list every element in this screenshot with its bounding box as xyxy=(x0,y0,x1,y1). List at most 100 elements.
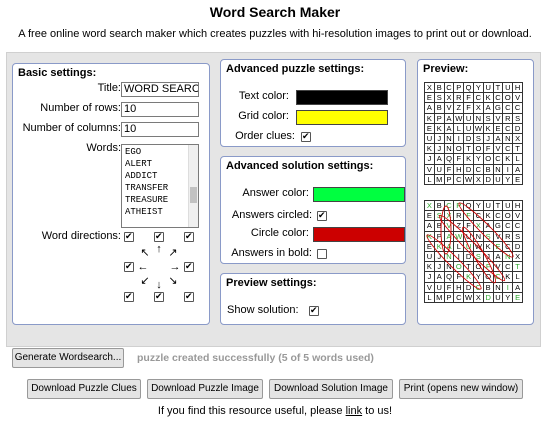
grid-cell: X xyxy=(443,92,455,104)
answer-circle xyxy=(440,205,452,255)
grid-cell: F xyxy=(443,163,455,175)
grid-cell: C xyxy=(512,102,523,114)
words-scrollbar[interactable] xyxy=(188,145,198,227)
grid-cell: C xyxy=(502,143,514,155)
grid-cell: O xyxy=(472,143,484,155)
answers-circled-checkbox[interactable] xyxy=(317,209,327,222)
scrollbar-thumb[interactable] xyxy=(190,187,197,203)
rows-label: Number of rows: xyxy=(40,102,121,114)
answers-bold-checkbox[interactable] xyxy=(317,249,327,259)
grid-row: KPAWUNSVRS xyxy=(424,112,523,124)
grid-cell: N xyxy=(472,112,484,124)
grid-cell: S xyxy=(512,112,523,124)
grid-cell: D xyxy=(463,163,474,175)
grid-cell: A xyxy=(492,132,504,145)
basic-settings-panel: Basic settings: Title: WORD SEARCH Numbe… xyxy=(12,63,210,325)
link-to-us-link[interactable]: link xyxy=(346,405,363,417)
direction-up-right-checkbox[interactable] xyxy=(184,230,194,243)
download-clues-button[interactable]: Download Puzzle Clues xyxy=(27,379,141,399)
advanced-puzzle-heading: Advanced puzzle settings: xyxy=(226,63,365,75)
grid-row: EKALUWKECD xyxy=(424,122,523,134)
word-line: TREASURE xyxy=(125,195,169,205)
grid-cell: Q xyxy=(463,81,474,94)
grid-cell: K xyxy=(433,122,445,134)
grid-cell: H xyxy=(512,81,523,94)
grid-cell: C xyxy=(502,122,514,134)
direction-down-checkbox[interactable] xyxy=(154,290,164,303)
grid-cell: F xyxy=(453,153,465,165)
grid-cell: J xyxy=(433,132,445,145)
grid-cell: U xyxy=(433,163,445,175)
arrow-right-icon: → xyxy=(169,261,181,273)
answer-color-label: Answer color: xyxy=(242,187,309,199)
download-solution-image-button[interactable]: Download Solution Image xyxy=(269,379,393,399)
circle-color-picker[interactable] xyxy=(313,227,405,242)
grid-row: ABVZFXAGCC xyxy=(424,102,523,114)
grid-cell: S xyxy=(472,132,484,145)
grid-cell: E xyxy=(512,173,523,185)
direction-left-checkbox[interactable] xyxy=(124,260,134,273)
grid-cell: M xyxy=(433,173,445,185)
generate-wordsearch-button[interactable]: Generate Wordsearch... xyxy=(12,348,124,368)
grid-row: KJNOTOFVCT xyxy=(424,143,523,155)
page-subtitle: A free online word search maker which cr… xyxy=(18,28,532,40)
direction-down-right-checkbox[interactable] xyxy=(184,290,194,303)
grid-cell: U xyxy=(502,81,514,94)
grid-cell: Y xyxy=(472,81,484,94)
grid-cell: O xyxy=(453,143,465,155)
text-color-picker[interactable] xyxy=(296,90,388,105)
grid-cell: C xyxy=(492,92,504,104)
direction-right-checkbox[interactable] xyxy=(184,260,194,273)
show-solution-checkbox[interactable] xyxy=(309,304,319,317)
grid-cell: A xyxy=(443,112,455,124)
order-clues-checkbox[interactable] xyxy=(301,130,311,143)
grid-cell: C xyxy=(472,92,484,104)
grid-cell: A xyxy=(433,153,445,165)
rows-input[interactable]: 10 xyxy=(121,102,199,117)
words-label: Words: xyxy=(86,142,121,154)
download-puzzle-image-button[interactable]: Download Puzzle Image xyxy=(147,379,263,399)
columns-input[interactable]: 10 xyxy=(121,122,199,137)
direction-down-left-checkbox[interactable] xyxy=(124,290,134,303)
grid-cell: F xyxy=(482,143,494,155)
arrow-up-right-icon: ↗ xyxy=(168,247,178,259)
grid-cell: K xyxy=(424,143,435,155)
arrow-up-left-icon: ↖ xyxy=(140,247,150,259)
grid-cell: D xyxy=(463,132,474,145)
text-color-label: Text color: xyxy=(238,90,289,102)
arrow-down-right-icon: ↘ xyxy=(168,275,178,287)
word-line: EGO xyxy=(125,147,142,157)
grid-cell: U xyxy=(482,81,494,94)
grid-cell: R xyxy=(453,92,465,104)
arrow-down-icon: ↓ xyxy=(156,279,162,291)
word-line: ADDICT xyxy=(125,171,158,181)
grid-cell: C xyxy=(453,173,465,185)
columns-label: Number of columns: xyxy=(22,122,121,134)
grid-cell: H xyxy=(453,163,465,175)
direction-up-left-checkbox[interactable] xyxy=(124,230,134,243)
grid-cell: B xyxy=(433,81,445,94)
grid-cell: A xyxy=(443,122,455,134)
advanced-puzzle-panel: Advanced puzzle settings: Text color: Gr… xyxy=(220,59,406,147)
word-directions-label: Word directions: xyxy=(41,230,121,242)
grid-cell: T xyxy=(492,81,504,94)
direction-up-checkbox[interactable] xyxy=(154,230,164,243)
grid-cell: L xyxy=(512,153,523,165)
title-label: Title: xyxy=(97,82,121,94)
print-button[interactable]: Print (opens new window) xyxy=(399,379,523,399)
grid-cell: V xyxy=(492,112,504,124)
footer-text: If you find this resource useful, please… xyxy=(0,405,550,417)
grid-cell: K xyxy=(502,153,514,165)
words-textarea[interactable]: EGO ALERT ADDICT TRANSFER TREASURE ATHEI… xyxy=(121,144,199,228)
grid-color-picker[interactable] xyxy=(296,110,388,125)
grid-cell: K xyxy=(482,122,494,134)
answers-bold-label: Answers in bold: xyxy=(231,247,312,259)
grid-cell: V xyxy=(424,163,435,175)
grid-cell: N xyxy=(443,143,455,155)
answer-color-picker[interactable] xyxy=(313,187,405,202)
arrow-left-icon: ← xyxy=(137,261,149,273)
grid-color-label: Grid color: xyxy=(238,110,289,122)
grid-cell: X xyxy=(424,81,435,94)
title-input[interactable]: WORD SEARCH xyxy=(121,82,199,97)
grid-cell: J xyxy=(482,132,494,145)
